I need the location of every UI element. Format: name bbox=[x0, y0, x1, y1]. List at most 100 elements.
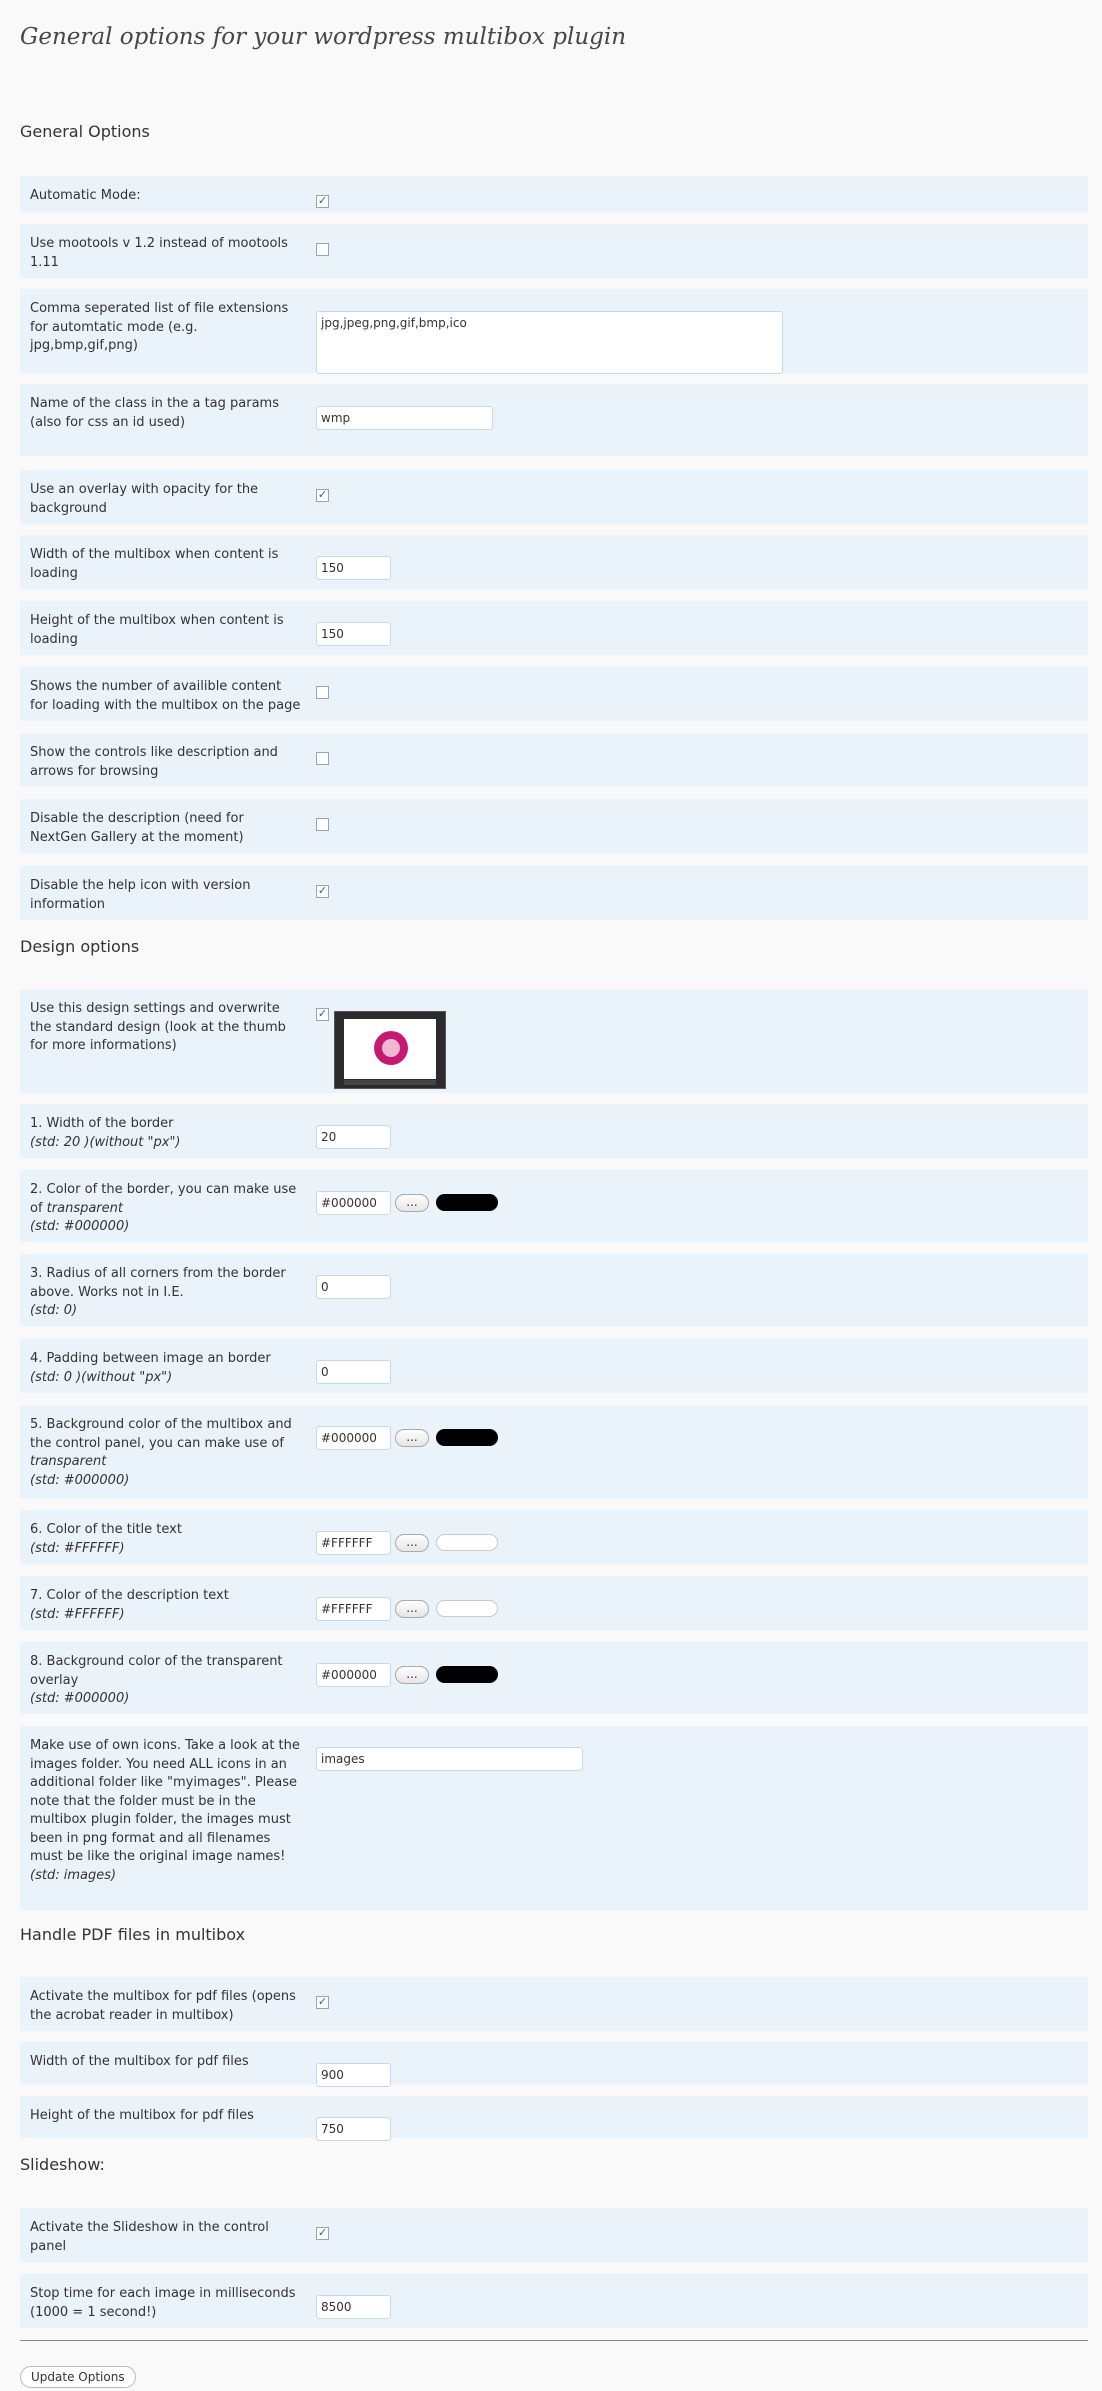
option-label-em: transparent bbox=[46, 1200, 123, 1216]
option-label: Use an overlay with opacity for the back… bbox=[30, 482, 259, 516]
option-border-color: 2. Color of the border, you can make use… bbox=[20, 1170, 1088, 1242]
option-label: Make use of own icons. Take a look at th… bbox=[30, 1738, 300, 1864]
option-extensions: Comma seperated list of file extensions … bbox=[20, 289, 1088, 374]
border-color-input[interactable]: #000000 bbox=[316, 1191, 391, 1215]
option-title-color: 6. Color of the title text (std: #FFFFFF)… bbox=[20, 1510, 1088, 1564]
background-color-swatch bbox=[436, 1429, 498, 1446]
title-color-input[interactable]: #FFFFFF bbox=[316, 1531, 391, 1555]
description-color-swatch bbox=[436, 1600, 498, 1617]
option-label: Height of the multibox when content is l… bbox=[30, 613, 284, 647]
show-controls-checkbox[interactable] bbox=[316, 752, 329, 765]
option-std: (std: 0 )(without "px") bbox=[30, 1369, 173, 1385]
padding-input[interactable]: 0 bbox=[316, 1360, 391, 1384]
border-width-input[interactable]: 20 bbox=[316, 1125, 391, 1149]
option-background-color: 5. Background color of the multibox and … bbox=[20, 1405, 1088, 1499]
option-std: (std: 20 )(without "px") bbox=[30, 1134, 181, 1150]
stop-time-input[interactable]: 8500 bbox=[316, 2295, 391, 2319]
option-label: 3. Radius of all corners from the border… bbox=[30, 1266, 286, 1300]
option-label: Show the controls like description and a… bbox=[30, 745, 278, 779]
option-label: Comma seperated list of file extensions … bbox=[30, 301, 289, 353]
option-automatic-mode: Automatic Mode: ✓ bbox=[20, 176, 1088, 212]
background-color-picker-button[interactable]: ... bbox=[395, 1429, 429, 1447]
mootools-checkbox[interactable] bbox=[316, 243, 329, 256]
extensions-textarea[interactable]: jpg,jpeg,png,gif,bmp,ico bbox=[316, 311, 783, 374]
option-stop-time: Stop time for each image in milliseconds… bbox=[20, 2274, 1088, 2328]
option-show-controls: Show the controls like description and a… bbox=[20, 733, 1088, 787]
option-std: (std: #000000) bbox=[30, 1691, 130, 1706]
option-description-color: 7. Color of the description text (std: #F… bbox=[20, 1576, 1088, 1630]
option-label: 6. Color of the title text bbox=[30, 1522, 182, 1537]
option-label: Activate the multibox for pdf files (ope… bbox=[30, 1989, 296, 2023]
section-pdf: Handle PDF files in multibox bbox=[20, 1925, 246, 1944]
pdf-width-input[interactable]: 900 bbox=[316, 2063, 391, 2087]
overlay-color-picker-button[interactable]: ... bbox=[395, 1666, 429, 1684]
slideshow-activate-checkbox[interactable]: ✓ bbox=[316, 2227, 329, 2240]
update-options-button[interactable]: Update Options bbox=[20, 2366, 136, 2388]
overlay-checkbox[interactable]: ✓ bbox=[316, 489, 329, 502]
automatic-mode-checkbox[interactable]: ✓ bbox=[316, 195, 329, 208]
option-label: Use mootools v 1.2 instead of mootools 1… bbox=[30, 236, 288, 270]
section-general-options: General Options bbox=[20, 122, 150, 141]
option-std: (std: #000000) bbox=[30, 1219, 130, 1234]
disable-help-checkbox[interactable]: ✓ bbox=[316, 885, 329, 898]
option-label: Height of the multibox for pdf files bbox=[30, 2108, 254, 2123]
option-use-design: Use this design settings and overwrite t… bbox=[20, 989, 1088, 1093]
section-slideshow: Slideshow: bbox=[20, 2155, 105, 2174]
option-slideshow-activate: Activate the Slideshow in the control pa… bbox=[20, 2208, 1088, 2262]
option-pdf-width: Width of the multibox for pdf files 900 bbox=[20, 2042, 1088, 2087]
option-label: Disable the description (need for NextGe… bbox=[30, 811, 244, 845]
option-loading-height: Height of the multibox when content is l… bbox=[20, 601, 1088, 655]
overlay-color-swatch bbox=[436, 1666, 498, 1683]
option-own-icons: Make use of own icons. Take a look at th… bbox=[20, 1726, 1088, 1910]
option-radius: 3. Radius of all corners from the border… bbox=[20, 1254, 1088, 1326]
class-name-input[interactable]: wmp bbox=[316, 406, 493, 430]
option-show-number: Shows the number of availible content fo… bbox=[20, 667, 1088, 721]
option-loading-width: Width of the multibox when content is lo… bbox=[20, 535, 1088, 589]
option-overlay: Use an overlay with opacity for the back… bbox=[20, 470, 1088, 524]
description-color-input[interactable]: #FFFFFF bbox=[316, 1597, 391, 1621]
option-label: Activate the Slideshow in the control pa… bbox=[30, 2220, 269, 2254]
option-class-name: Name of the class in the a tag params (a… bbox=[20, 384, 1088, 456]
option-label: 8. Background color of the transparent o… bbox=[30, 1654, 283, 1688]
loading-height-input[interactable]: 150 bbox=[316, 622, 391, 646]
option-label: Shows the number of availible content fo… bbox=[30, 679, 301, 713]
option-mootools: Use mootools v 1.2 instead of mootools 1… bbox=[20, 224, 1088, 278]
option-label: Use this design settings and overwrite t… bbox=[30, 1001, 286, 1053]
design-thumbnail-image bbox=[334, 1011, 446, 1089]
show-number-checkbox[interactable] bbox=[316, 686, 329, 699]
page-title: General options for your wordpress multi… bbox=[20, 24, 627, 50]
icons-folder-input[interactable]: images bbox=[316, 1747, 583, 1771]
pdf-activate-checkbox[interactable]: ✓ bbox=[316, 1996, 329, 2009]
option-label: Automatic Mode: bbox=[30, 188, 141, 203]
option-label: 7. Color of the description text bbox=[30, 1588, 229, 1603]
option-overlay-color: 8. Background color of the transparent o… bbox=[20, 1642, 1088, 1714]
border-color-picker-button[interactable]: ... bbox=[395, 1194, 429, 1212]
overlay-color-input[interactable]: #000000 bbox=[316, 1663, 391, 1687]
option-label: Stop time for each image in milliseconds… bbox=[30, 2286, 296, 2320]
disable-description-checkbox[interactable] bbox=[316, 818, 329, 831]
option-label: 4. Padding between image an border bbox=[30, 1351, 271, 1366]
option-pdf-height: Height of the multibox for pdf files 750 bbox=[20, 2096, 1088, 2141]
option-disable-description: Disable the description (need for NextGe… bbox=[20, 799, 1088, 853]
use-design-checkbox[interactable]: ✓ bbox=[316, 1008, 329, 1021]
option-label: Disable the help icon with version infor… bbox=[30, 878, 251, 912]
option-std: (std: #FFFFFF) bbox=[30, 1540, 125, 1556]
option-border-width: 1. Width of the border (std: 20 )(without… bbox=[20, 1104, 1088, 1158]
section-design-options: Design options bbox=[20, 937, 140, 956]
option-std: (std: 0) bbox=[30, 1303, 78, 1318]
option-label: 1. Width of the border bbox=[30, 1116, 174, 1131]
option-label: 5. Background color of the multibox and … bbox=[30, 1417, 292, 1451]
description-color-picker-button[interactable]: ... bbox=[395, 1600, 429, 1618]
option-disable-help: Disable the help icon with version infor… bbox=[20, 866, 1088, 920]
option-pdf-activate: Activate the multibox for pdf files (ope… bbox=[20, 1977, 1088, 2031]
option-padding: 4. Padding between image an border (std: … bbox=[20, 1339, 1088, 1393]
title-color-picker-button[interactable]: ... bbox=[395, 1534, 429, 1552]
option-std: (std: #FFFFFF) bbox=[30, 1606, 125, 1622]
option-label: Name of the class in the a tag params (a… bbox=[30, 396, 279, 430]
radius-input[interactable]: 0 bbox=[316, 1275, 391, 1299]
option-label: Width of the multibox for pdf files bbox=[30, 2054, 249, 2069]
pdf-height-input[interactable]: 750 bbox=[316, 2117, 391, 2141]
background-color-input[interactable]: #000000 bbox=[316, 1426, 391, 1450]
loading-width-input[interactable]: 150 bbox=[316, 556, 391, 580]
title-color-swatch bbox=[436, 1534, 498, 1551]
